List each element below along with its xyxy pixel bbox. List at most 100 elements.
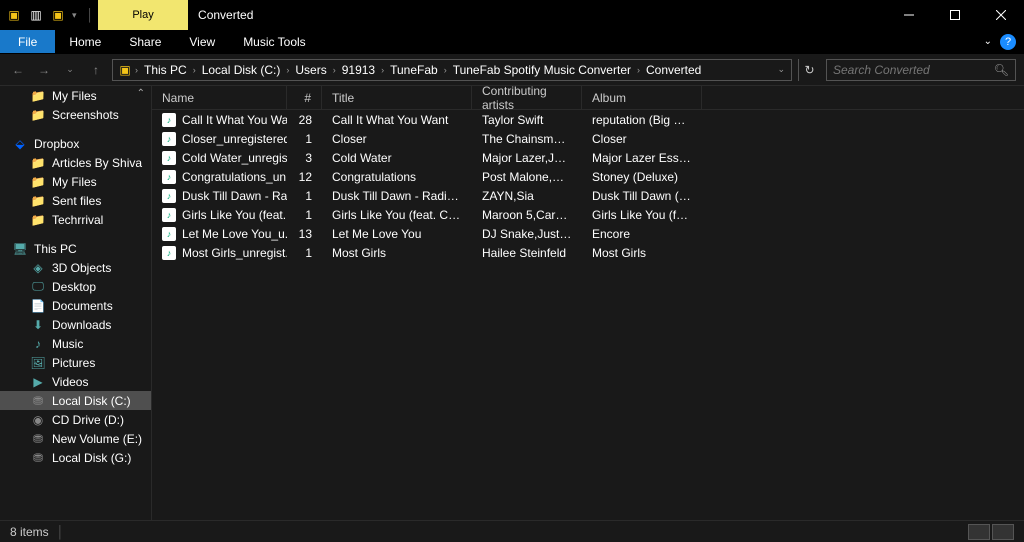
chevron-right-icon[interactable]: › (284, 65, 291, 75)
tree-item[interactable]: ▶Videos (0, 372, 151, 391)
chevron-right-icon[interactable]: › (379, 65, 386, 75)
col-header-artist[interactable]: Contributing artists (472, 86, 582, 109)
ribbon-tab-music-tools[interactable]: Music Tools (229, 30, 319, 53)
breadcrumb-segment[interactable]: TuneFab Spotify Music Converter (449, 63, 635, 77)
tree-item[interactable]: 🖥This PC (0, 239, 151, 258)
search-input[interactable] (833, 63, 994, 77)
tree-item[interactable]: ⬇Downloads (0, 315, 151, 334)
tree-item[interactable]: 🖼Pictures (0, 353, 151, 372)
file-artist: Hailee Steinfeld (472, 246, 582, 260)
file-artist: Post Malone,Quavo (472, 170, 582, 184)
chevron-right-icon[interactable]: › (635, 65, 642, 75)
table-row[interactable]: ♪Most Girls_unregist...1Most GirlsHailee… (152, 243, 1024, 262)
view-icons-button[interactable] (992, 524, 1014, 540)
table-row[interactable]: ♪Let Me Love You_u...13Let Me Love YouDJ… (152, 224, 1024, 243)
status-count: 8 items (10, 525, 49, 539)
tree-item-label: Articles By Shiva (52, 156, 142, 170)
breadcrumb-segment[interactable]: Users (291, 63, 330, 77)
nav-forward-button[interactable]: → (34, 60, 54, 80)
chevron-right-icon[interactable]: › (442, 65, 449, 75)
table-row[interactable]: ♪Call It What You Wa...28Call It What Yo… (152, 110, 1024, 129)
tree-item[interactable]: ⛃Local Disk (C:) (0, 391, 151, 410)
refresh-button[interactable]: ↻ (798, 59, 820, 81)
tree-item[interactable]: ⛃New Volume (E:) (0, 429, 151, 448)
tree-item[interactable]: 📁Articles By Shiva (0, 153, 151, 172)
nav-up-button[interactable]: ↑ (86, 60, 106, 80)
file-album: Closer (582, 132, 702, 146)
statusbar: 8 items │ (0, 520, 1024, 542)
tree-item[interactable]: 🖵Desktop (0, 277, 151, 296)
table-row[interactable]: ♪Dusk Till Dawn - Ra...1Dusk Till Dawn -… (152, 186, 1024, 205)
search-icon[interactable]: 🔍︎ (994, 63, 1009, 77)
contextual-tab-play[interactable]: Play (98, 0, 188, 30)
tree-item-label: Videos (52, 375, 88, 389)
view-details-button[interactable] (968, 524, 990, 540)
file-title: Let Me Love You (322, 227, 472, 241)
nav-recent-icon[interactable]: ⌄ (60, 60, 80, 80)
ribbon-tab-view[interactable]: View (175, 30, 229, 53)
file-album: Most Girls (582, 246, 702, 260)
col-header-album[interactable]: Album (582, 86, 702, 109)
breadcrumb-segment[interactable]: This PC (140, 63, 191, 77)
col-header-title[interactable]: Title (322, 86, 472, 109)
tree-item[interactable]: ⛃Local Disk (G:) (0, 448, 151, 467)
tree-item-label: Techrrival (52, 213, 103, 227)
file-title: Cold Water (322, 151, 472, 165)
tree-item[interactable]: 📁Techrrival (0, 210, 151, 229)
file-tracknum: 12 (287, 170, 322, 184)
file-name: Dusk Till Dawn - Ra... (182, 189, 287, 203)
breadcrumb-segment[interactable]: TuneFab (386, 63, 442, 77)
tree-item[interactable]: ◈3D Objects (0, 258, 151, 277)
breadcrumb[interactable]: ▣ › This PC›Local Disk (C:)›Users›91913›… (112, 59, 792, 81)
app-icon: ▣ (6, 8, 22, 22)
breadcrumb-segment[interactable]: Converted (642, 63, 705, 77)
breadcrumb-segment[interactable]: Local Disk (C:) (198, 63, 285, 77)
ribbon-tab-home[interactable]: Home (55, 30, 115, 53)
file-tracknum: 28 (287, 113, 322, 127)
tree-item[interactable]: ◉CD Drive (D:) (0, 410, 151, 429)
tree-collapse-icon[interactable]: ⌃ (137, 88, 145, 99)
chevron-right-icon[interactable]: › (191, 65, 198, 75)
search-box[interactable]: 🔍︎ (826, 59, 1016, 81)
col-header-name[interactable]: Name (152, 86, 287, 109)
help-icon[interactable]: ? (1000, 34, 1016, 50)
minimize-button[interactable] (886, 0, 932, 30)
file-title: Closer (322, 132, 472, 146)
ribbon-tab-share[interactable]: Share (115, 30, 175, 53)
tree-item-label: My Files (52, 175, 97, 189)
breadcrumb-dropdown-icon[interactable]: ⌄ (777, 64, 785, 75)
tree-item[interactable]: 📁Screenshots (0, 105, 151, 124)
table-row[interactable]: ♪Cold Water_unregis...3Cold WaterMajor L… (152, 148, 1024, 167)
file-artist: Taylor Swift (472, 113, 582, 127)
ribbon-expand-icon[interactable]: ⌄ (984, 36, 992, 47)
qat-icon-2[interactable]: ▣ (50, 8, 66, 22)
music-file-icon: ♪ (162, 246, 176, 260)
nav-back-button[interactable]: ← (8, 60, 28, 80)
tree-item[interactable]: 📁My Files (0, 172, 151, 191)
file-tracknum: 1 (287, 189, 322, 203)
qat-dropdown-icon[interactable]: ▾ (72, 10, 77, 21)
tree-item-label: My Files (52, 89, 97, 103)
ribbon-tab-file[interactable]: File (0, 30, 55, 53)
music-file-icon: ♪ (162, 189, 176, 203)
tree-item[interactable]: ♪Music (0, 334, 151, 353)
file-name: Let Me Love You_u... (182, 227, 287, 241)
tree-item[interactable]: 📁Sent files (0, 191, 151, 210)
file-name: Congratulations_un... (182, 170, 287, 184)
maximize-button[interactable] (932, 0, 978, 30)
chevron-right-icon[interactable]: › (331, 65, 338, 75)
file-name: Girls Like You (feat. ... (182, 208, 287, 222)
chevron-right-icon[interactable]: › (133, 65, 140, 75)
breadcrumb-segment[interactable]: 91913 (338, 63, 379, 77)
nav-tree[interactable]: ⌃ 📁My Files📁Screenshots⬙Dropbox📁Articles… (0, 86, 152, 520)
table-row[interactable]: ♪Congratulations_un...12CongratulationsP… (152, 167, 1024, 186)
close-button[interactable] (978, 0, 1024, 30)
tree-item[interactable]: 📄Documents (0, 296, 151, 315)
tree-item[interactable]: 📁My Files (0, 86, 151, 105)
tree-item[interactable]: ⬙Dropbox (0, 134, 151, 153)
table-row[interactable]: ♪Closer_unregistered...1CloserThe Chains… (152, 129, 1024, 148)
table-row[interactable]: ♪Girls Like You (feat. ...1Girls Like Yo… (152, 205, 1024, 224)
music-file-icon: ♪ (162, 170, 176, 184)
col-header-num[interactable]: # (287, 86, 322, 109)
qat-icon-1[interactable]: ▥ (28, 8, 44, 22)
